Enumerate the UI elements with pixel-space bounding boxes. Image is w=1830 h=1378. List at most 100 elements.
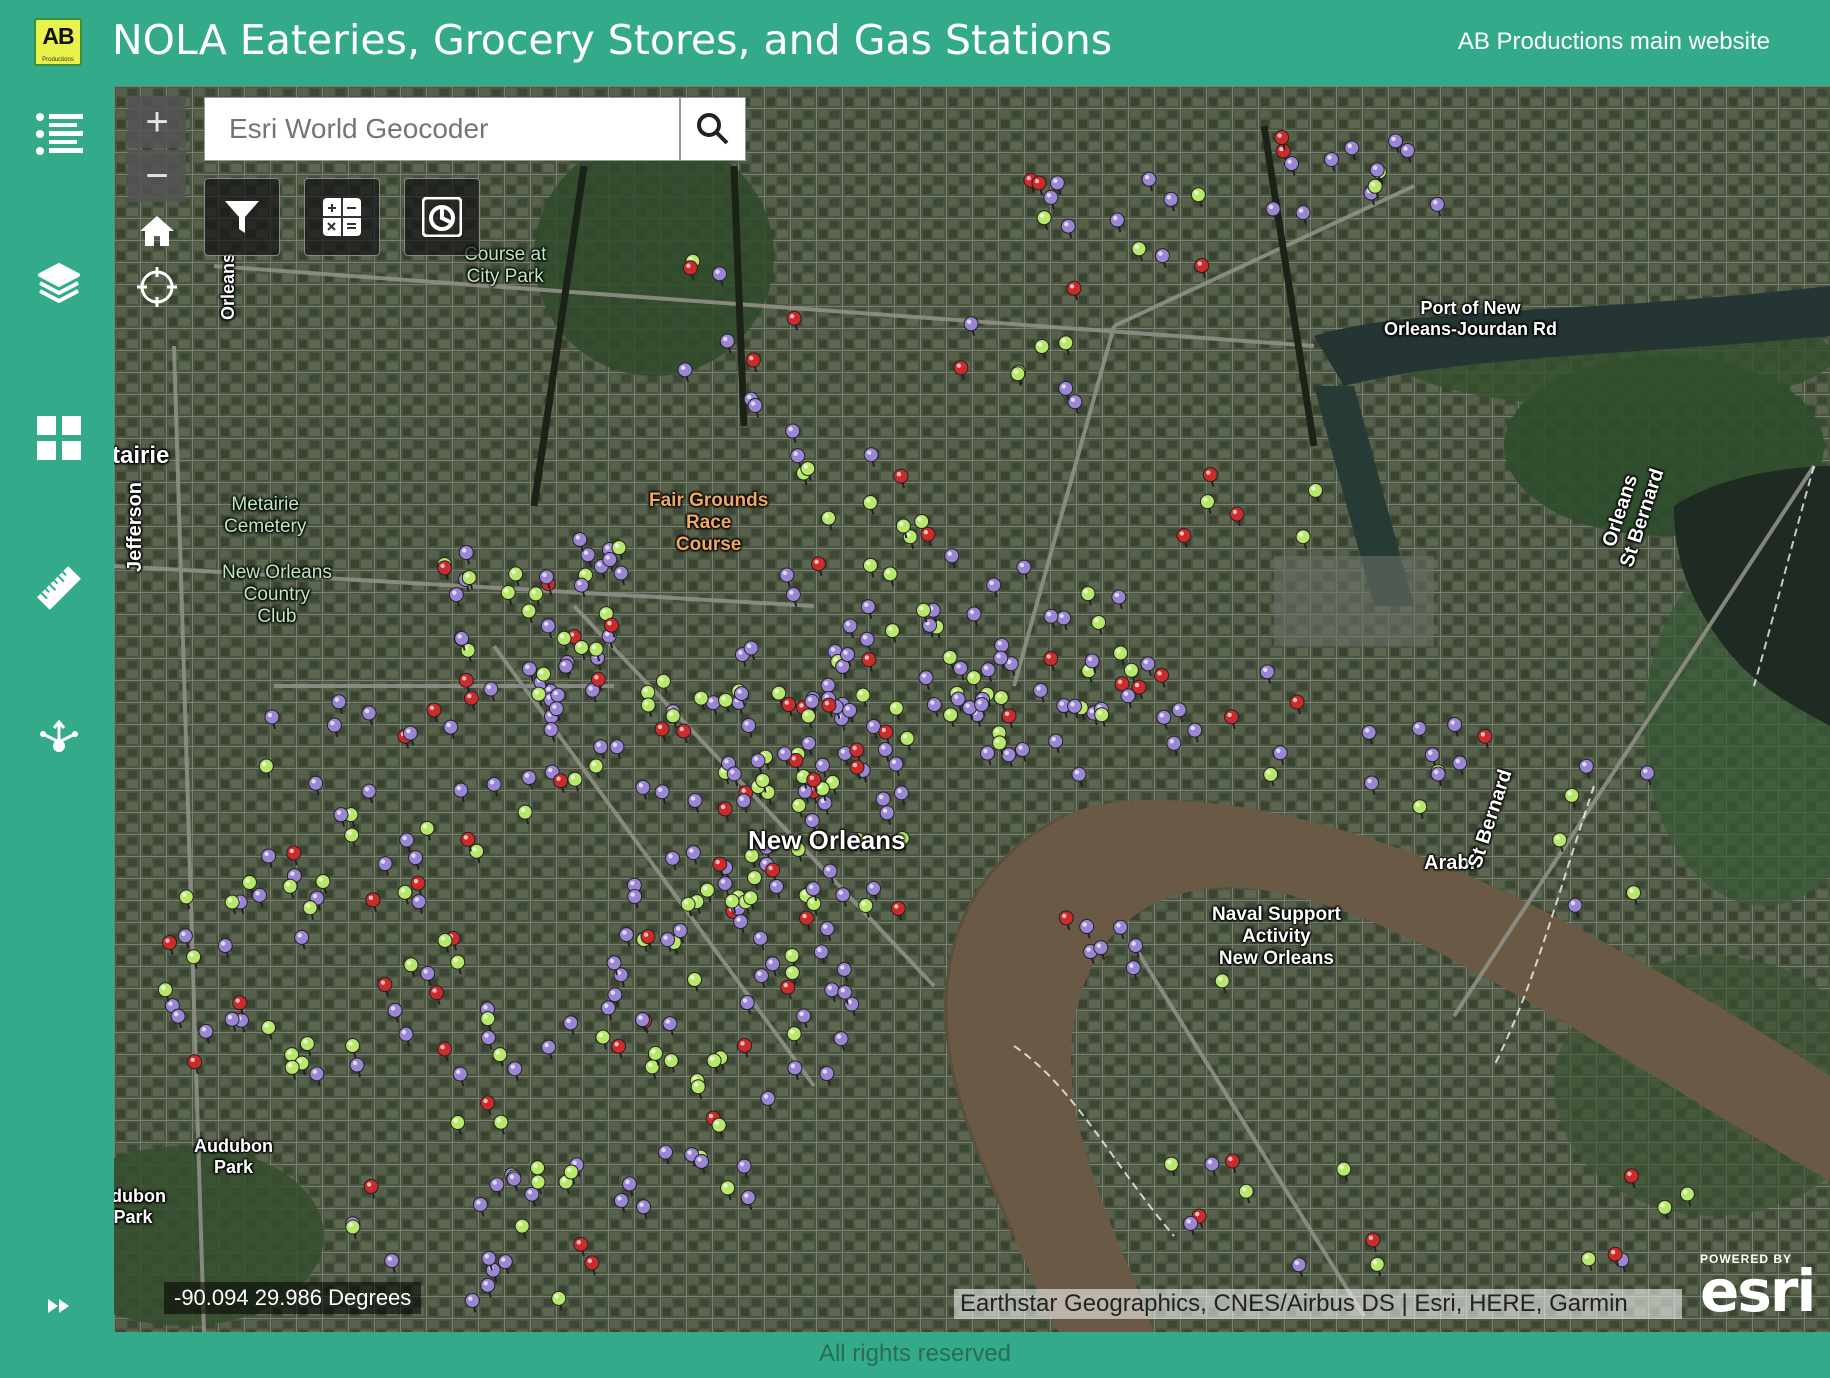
eatery-marker[interactable] [524, 1186, 540, 1207]
eatery-marker[interactable] [573, 577, 589, 598]
eatery-marker[interactable] [654, 784, 670, 805]
eatery-marker[interactable] [768, 878, 784, 899]
grocery-marker[interactable] [888, 700, 904, 721]
gas-marker[interactable] [893, 468, 909, 489]
grocery-marker[interactable] [821, 510, 837, 531]
eatery-marker[interactable] [787, 1060, 803, 1081]
grocery-marker[interactable] [480, 1011, 496, 1031]
eatery-marker[interactable] [384, 1253, 400, 1273]
grocery-marker[interactable] [551, 1290, 567, 1311]
eatery-marker[interactable] [398, 1026, 414, 1047]
grocery-marker[interactable] [1199, 494, 1215, 514]
eatery-marker[interactable] [1071, 766, 1087, 787]
eatery-marker[interactable] [1187, 722, 1203, 743]
grocery-marker[interactable] [899, 730, 915, 751]
gas-marker[interactable] [810, 556, 826, 577]
eatery-marker[interactable] [399, 832, 415, 853]
eatery-marker[interactable] [1043, 189, 1059, 210]
eatery-marker[interactable] [1424, 747, 1440, 768]
grocery-marker[interactable] [1552, 832, 1568, 853]
grocery-marker[interactable] [1131, 241, 1147, 262]
measure-button[interactable] [29, 558, 89, 618]
grocery-marker[interactable] [784, 947, 800, 968]
gas-marker[interactable] [1224, 1153, 1240, 1174]
eatery-marker[interactable] [750, 753, 766, 773]
grocery-marker[interactable] [862, 557, 878, 578]
eatery-marker[interactable] [635, 779, 651, 800]
eatery-marker[interactable] [489, 1177, 505, 1197]
eatery-marker[interactable] [785, 423, 801, 444]
eatery-marker[interactable] [361, 705, 377, 726]
eatery-marker[interactable] [819, 1066, 835, 1086]
eatery-marker[interactable] [877, 741, 893, 762]
grocery-marker[interactable] [493, 1114, 509, 1135]
eatery-marker[interactable] [1154, 248, 1170, 268]
eatery-marker[interactable] [540, 618, 556, 639]
gas-marker[interactable] [429, 985, 445, 1005]
gas-marker[interactable] [437, 560, 453, 581]
eatery-marker[interactable] [1112, 919, 1128, 940]
eatery-marker[interactable] [198, 1023, 214, 1044]
gas-marker[interactable] [480, 1095, 496, 1116]
gas-marker[interactable] [1477, 728, 1493, 749]
grocery-marker[interactable] [492, 1047, 508, 1067]
gas-marker[interactable] [920, 526, 936, 547]
eatery-marker[interactable] [677, 362, 693, 383]
grocery-marker[interactable] [1307, 482, 1323, 503]
eatery-marker[interactable] [893, 785, 909, 806]
grocery-marker[interactable] [1214, 973, 1230, 994]
grocery-marker[interactable] [693, 690, 709, 711]
grocery-marker[interactable] [884, 623, 900, 643]
eatery-marker[interactable] [613, 565, 629, 586]
eatery-marker[interactable] [836, 961, 852, 982]
grocery-marker[interactable] [397, 884, 413, 905]
app-logo[interactable]: AB Productions [34, 18, 82, 66]
eatery-marker[interactable] [1048, 733, 1064, 754]
eatery-marker[interactable] [483, 681, 499, 702]
eatery-marker[interactable] [1295, 205, 1311, 225]
eatery-marker[interactable] [779, 567, 795, 588]
main-website-link[interactable]: AB Productions main website [1458, 28, 1770, 56]
grocery-marker[interactable] [1091, 614, 1107, 635]
eatery-marker[interactable] [1567, 897, 1583, 918]
eatery-marker[interactable] [785, 587, 801, 607]
eatery-marker[interactable] [819, 921, 835, 941]
eatery-marker[interactable] [252, 887, 268, 908]
grocery-marker[interactable] [450, 954, 466, 975]
eatery-marker[interactable] [558, 658, 574, 679]
home-button[interactable] [128, 202, 186, 260]
eatery-marker[interactable] [621, 1176, 637, 1197]
eatery-marker[interactable] [747, 398, 763, 418]
search-button[interactable] [680, 97, 746, 161]
grocery-marker[interactable] [711, 1117, 727, 1138]
expand-sidebar-button[interactable] [29, 1286, 89, 1326]
eatery-marker[interactable] [1166, 735, 1182, 756]
eatery-marker[interactable] [824, 982, 840, 1003]
eatery-marker[interactable] [1259, 664, 1275, 685]
gas-marker[interactable] [1153, 667, 1169, 688]
eatery-marker[interactable] [1639, 765, 1655, 786]
eatery-marker[interactable] [294, 929, 310, 950]
eatery-marker[interactable] [986, 577, 1002, 598]
grocery-marker[interactable] [528, 586, 544, 607]
eatery-marker[interactable] [918, 670, 934, 690]
eatery-marker[interactable] [1447, 717, 1463, 737]
gas-marker[interactable] [1066, 280, 1082, 301]
eatery-marker[interactable] [1141, 171, 1157, 192]
grocery-marker[interactable] [521, 603, 537, 624]
eatery-marker[interactable] [1284, 156, 1300, 176]
grocery-marker[interactable] [261, 1019, 277, 1040]
gas-marker[interactable] [1623, 1168, 1639, 1189]
eatery-marker[interactable] [543, 722, 559, 742]
gas-marker[interactable] [377, 977, 393, 997]
eatery-marker[interactable] [966, 606, 982, 627]
eatery-marker[interactable] [593, 739, 609, 759]
eatery-marker[interactable] [521, 770, 537, 790]
eatery-marker[interactable] [1128, 938, 1144, 958]
eatery-marker[interactable] [408, 850, 424, 870]
eatery-marker[interactable] [888, 756, 904, 777]
locate-button[interactable] [128, 258, 186, 316]
eatery-marker[interactable] [452, 1066, 468, 1087]
grocery-marker[interactable] [1369, 1256, 1385, 1277]
grocery-marker[interactable] [437, 932, 453, 953]
